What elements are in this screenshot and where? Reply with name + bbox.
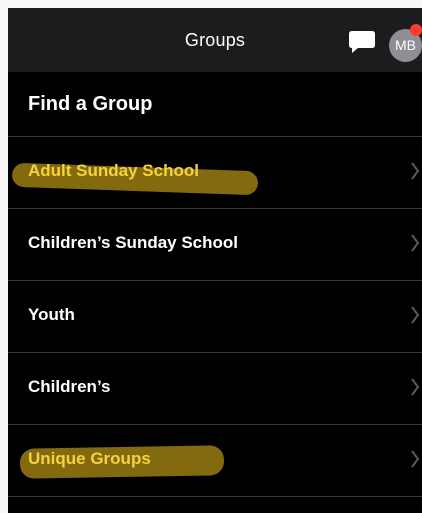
- section-header: Find a Group: [8, 72, 422, 136]
- group-row-adult-sunday-school[interactable]: Adult Sunday School: [8, 136, 422, 208]
- section-title: Find a Group: [28, 93, 153, 115]
- groups-screen: Groups MB Find a Group Adult Sunday Scho…: [8, 8, 422, 513]
- chevron-right-icon: [411, 306, 420, 324]
- group-row-childrens-sunday-school[interactable]: Children’s Sunday School: [8, 208, 422, 280]
- chevron-right-icon: [411, 450, 420, 468]
- group-label: Children’s: [28, 377, 111, 396]
- notification-badge: [410, 24, 422, 36]
- group-row-youth[interactable]: Youth: [8, 280, 422, 352]
- group-label: Adult Sunday School: [28, 161, 199, 180]
- group-label: Unique Groups: [28, 449, 151, 468]
- list-divider: [8, 496, 422, 497]
- chevron-right-icon: [411, 378, 420, 396]
- group-row-unique-groups[interactable]: Unique Groups: [8, 424, 422, 496]
- group-label: Children’s Sunday School: [28, 233, 239, 252]
- navigation-bar: Groups MB: [8, 8, 422, 73]
- group-list: Adult Sunday School Children’s Sunday Sc…: [8, 136, 422, 497]
- chevron-right-icon: [411, 234, 420, 252]
- group-row-childrens[interactable]: Children’s: [8, 352, 422, 424]
- message-bubble-icon[interactable]: [348, 30, 376, 54]
- group-label: Youth: [28, 305, 75, 324]
- chevron-right-icon: [411, 162, 420, 180]
